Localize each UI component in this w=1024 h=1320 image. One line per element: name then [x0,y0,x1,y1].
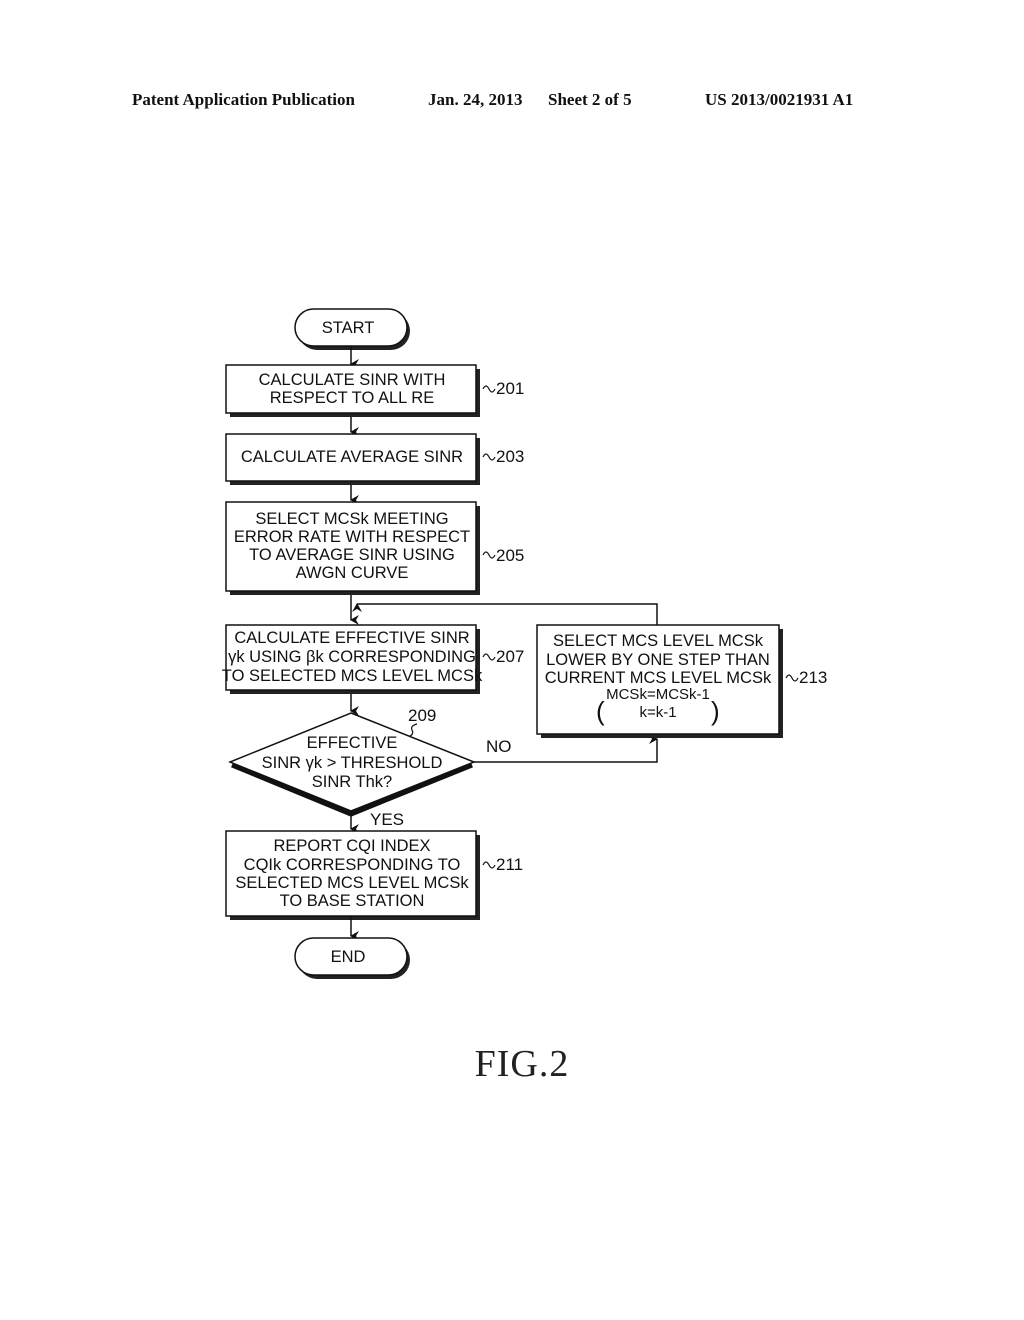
step-213-box: SELECT MCS LEVEL MCSk LOWER BY ONE STEP … [536,624,783,738]
step-203-line-1: CALCULATE AVERAGE SINR [241,448,463,466]
flowchart-diagram: START CALCULATE SINR WITH RESPECT TO ALL… [222,308,827,1085]
ref-207: 207 [496,647,524,666]
ref-leader-205 [482,551,496,559]
step-211-line-3: SELECTED MCS LEVEL MCSk [235,874,469,892]
step-211-line-2: CQIk CORRESPONDING TO [244,856,461,874]
step-205-line-3: TO AVERAGE SINR USING [249,546,455,564]
ref-leader-209 [409,723,418,737]
step-201-box: CALCULATE SINR WITH RESPECT TO ALL RE [225,364,480,417]
ref-213: 213 [799,668,827,687]
ref-209: 209 [408,706,436,725]
no-label: NO [486,737,512,756]
step-203-box: CALCULATE AVERAGE SINR [225,433,480,485]
step-213-line-3: CURRENT MCS LEVEL MCSk [545,669,772,687]
ref-203: 203 [496,447,524,466]
paren-right: ) [711,696,720,726]
step-211-line-4: TO BASE STATION [280,892,425,910]
yes-label: YES [370,810,404,829]
figure-label: FIG.2 [475,1043,570,1085]
step-205-line-2: ERROR RATE WITH RESPECT [234,528,470,546]
step-211-box: REPORT CQI INDEX CQIk CORRESPONDING TO S… [225,830,480,920]
step-205-line-1: SELECT MCSk MEETING [255,510,448,528]
start-label: START [322,319,375,337]
start-terminal: START [294,308,410,350]
ref-205: 205 [496,546,524,565]
arrow-213-loop-207 [352,603,658,625]
step-201-line-1: CALCULATE SINR WITH [259,371,446,389]
ref-leader-211 [482,861,496,869]
step-201-line-2: RESPECT TO ALL RE [270,389,434,407]
step-213-line-1: SELECT MCS LEVEL MCSk [553,632,764,650]
paren-left: ( [596,696,605,726]
step-213-line-2: LOWER BY ONE STEP THAN [546,651,770,669]
ref-leader-203 [482,453,496,461]
ref-211: 211 [496,855,523,874]
end-label: END [331,948,366,966]
step-205-line-4: AWGN CURVE [296,564,409,582]
ref-leader-207 [482,653,496,661]
step-207-line-1: CALCULATE EFFECTIVE SINR [234,629,469,647]
step-213-line-5: k=k-1 [639,704,676,721]
decision-209-line-3: SINR Thk? [312,773,392,791]
step-207-line-3: TO SELECTED MCS LEVEL MCSk [222,667,483,685]
decision-209-line-1: EFFECTIVE [307,734,398,752]
ref-leader-201 [482,385,496,393]
decision-209-line-2: SINR γk > THRESHOLD [262,754,443,772]
ref-leader-213 [785,674,799,682]
step-207-line-2: γk USING βk CORRESPONDING [228,648,476,666]
step-213-line-4: MCSk=MCSk-1 [606,686,710,703]
step-211-line-1: REPORT CQI INDEX [273,837,430,855]
end-terminal: END [294,937,410,979]
step-205-box: SELECT MCSk MEETING ERROR RATE WITH RESP… [225,501,480,595]
step-207-box: CALCULATE EFFECTIVE SINR γk USING βk COR… [222,624,483,694]
decision-209: EFFECTIVE SINR γk > THRESHOLD SINR Thk? [228,712,477,817]
ref-201: 201 [496,379,524,398]
